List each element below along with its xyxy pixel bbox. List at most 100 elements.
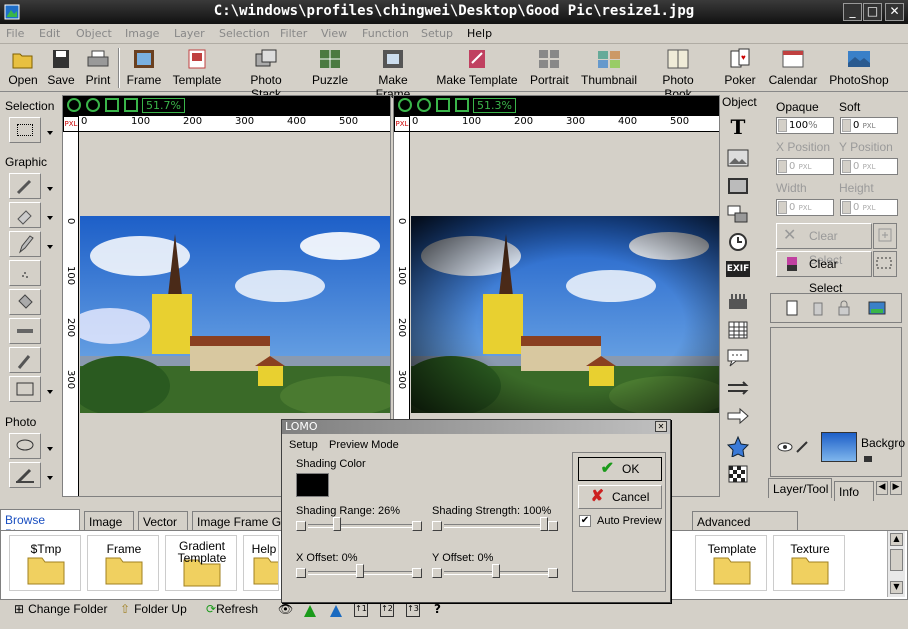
dialog-menu-setup[interactable]: Setup	[289, 439, 318, 451]
menu-selection[interactable]: Selection	[219, 27, 270, 40]
tab-layer-tool[interactable]: Layer/Tool	[768, 478, 832, 498]
make-frame-button[interactable]: Make Frame	[360, 48, 426, 101]
dialog-close-button[interactable]: ✕	[655, 421, 667, 432]
folder-item[interactable]: Help	[243, 535, 279, 591]
slider-increment-button[interactable]	[412, 568, 422, 578]
x-offset-slider-thumb[interactable]	[356, 564, 364, 578]
tab-scroll-right-icon[interactable]: ▶	[890, 481, 902, 495]
thumb-size-large-icon[interactable]: ↑3	[406, 603, 420, 617]
frame-button[interactable]: Frame	[124, 48, 164, 87]
folder-item[interactable]: Texture	[773, 535, 845, 591]
thumbnail-button[interactable]: Thumbnail	[580, 48, 638, 87]
layer-image-icon[interactable]	[867, 299, 887, 317]
chevron-down-icon[interactable]	[47, 131, 53, 135]
arrow-right-icon[interactable]	[726, 405, 750, 427]
folder-item[interactable]: Gradient Template	[165, 535, 237, 591]
actual-size-icon[interactable]	[455, 98, 469, 112]
zoom-in-icon[interactable]	[398, 98, 412, 112]
ok-button[interactable]: ✔ OK	[578, 457, 662, 481]
thumb-size-medium-icon[interactable]: ↑2	[380, 603, 394, 617]
menu-file[interactable]: File	[6, 27, 24, 40]
view-icon[interactable]: 👁	[278, 602, 293, 616]
photoshop-button[interactable]: PhotoShop	[828, 48, 890, 87]
chevron-down-icon[interactable]	[47, 447, 53, 451]
line-tool[interactable]	[9, 318, 41, 344]
eraser-tool[interactable]	[9, 202, 41, 228]
folder-up-button[interactable]: ⇧ Folder Up	[120, 602, 187, 616]
text-icon[interactable]: T	[726, 115, 750, 139]
scroll-thumb[interactable]	[890, 549, 903, 571]
lasso-tool[interactable]	[9, 433, 41, 459]
clock-icon[interactable]	[726, 231, 750, 253]
menu-help[interactable]: Help	[467, 27, 492, 40]
trash-icon[interactable]	[809, 299, 827, 317]
spin-arrows-icon[interactable]	[778, 160, 787, 173]
template-button[interactable]: Template	[172, 48, 222, 87]
tab-info[interactable]: Info	[834, 481, 874, 501]
chevron-down-icon[interactable]	[47, 216, 53, 220]
brush-tool[interactable]	[9, 173, 41, 199]
x-position-stepper[interactable]: 0 PXL	[776, 158, 834, 175]
photo-stack-button[interactable]: Photo Stack	[234, 48, 298, 101]
folder-item[interactable]: Frame	[87, 535, 159, 591]
exif-icon[interactable]: EXIF	[726, 261, 750, 277]
zoom-out-icon[interactable]	[417, 98, 431, 112]
tab-scroll-left-icon[interactable]: ◀	[876, 481, 888, 495]
photo-book-button[interactable]: Photo Book	[648, 48, 708, 101]
browser-scrollbar[interactable]: ▲ ▼	[887, 531, 905, 597]
speech-bubble-icon[interactable]	[726, 347, 750, 369]
maximize-button[interactable]: □	[863, 3, 882, 21]
sort-down-icon[interactable]	[328, 603, 344, 619]
height-stepper[interactable]: 0 PXL	[840, 199, 898, 216]
lock-icon[interactable]	[835, 299, 853, 317]
select-button[interactable]	[873, 251, 897, 277]
cancel-button[interactable]: ✘ Cancel	[578, 485, 662, 509]
thumb-size-small-icon[interactable]: ↑1	[354, 603, 368, 617]
puzzle-button[interactable]: Puzzle	[310, 48, 350, 87]
slider-decrement-button[interactable]	[432, 521, 442, 531]
cake-icon[interactable]	[726, 289, 750, 311]
merge-button[interactable]	[873, 223, 897, 249]
tab-advanced-function[interactable]: Advanced Function	[692, 511, 798, 543]
slider-decrement-button[interactable]	[296, 568, 306, 578]
open-button[interactable]: Open	[8, 48, 38, 87]
tab-browse-photo[interactable]: Browse Photo	[0, 509, 80, 541]
portrait-button[interactable]: Portrait	[530, 48, 569, 87]
auto-preview-checkbox[interactable]: ✔	[579, 515, 591, 527]
slider-increment-button[interactable]	[412, 521, 422, 531]
eyedropper-tool[interactable]	[9, 347, 41, 373]
eye-icon[interactable]	[777, 440, 793, 454]
menu-image[interactable]: Image	[125, 27, 159, 40]
scroll-up-icon[interactable]: ▲	[890, 533, 903, 546]
refresh-button[interactable]: ⟳Refresh	[206, 602, 258, 616]
spin-arrows-icon[interactable]	[778, 119, 787, 132]
folder-item[interactable]: $Tmp	[9, 535, 81, 591]
change-folder-button[interactable]: ⊞ Change Folder	[14, 602, 107, 616]
tab-vector[interactable]: Vector	[138, 511, 188, 531]
soft-stepper[interactable]: 0 PXL	[840, 117, 898, 134]
dialog-menu-preview-mode[interactable]: Preview Mode	[329, 439, 399, 451]
line-arrows-icon[interactable]	[726, 377, 750, 399]
y-position-stepper[interactable]: 0 PXL	[840, 158, 898, 175]
make-template-button[interactable]: Make Template	[436, 48, 518, 87]
shading-range-slider-thumb[interactable]	[332, 517, 341, 531]
chevron-down-icon[interactable]	[47, 390, 53, 394]
rect-select-tool[interactable]	[9, 117, 41, 143]
scroll-down-icon[interactable]: ▼	[890, 581, 903, 594]
sort-up-icon[interactable]	[302, 603, 318, 619]
help-icon[interactable]: ?	[434, 602, 441, 616]
minimize-button[interactable]: _	[843, 3, 862, 21]
zoom-out-icon[interactable]	[86, 98, 100, 112]
shape-tool[interactable]	[9, 376, 41, 402]
chevron-down-icon[interactable]	[47, 245, 53, 249]
layer-row[interactable]: Backgro	[775, 432, 905, 468]
new-layer-icon[interactable]	[783, 299, 801, 317]
clear-selection-button[interactable]: ✕ Clear Select	[776, 223, 872, 267]
close-button[interactable]: ✕	[885, 3, 904, 21]
tab-image[interactable]: Image	[84, 511, 134, 531]
layer-object-icon[interactable]	[726, 203, 750, 225]
fill-tool[interactable]	[9, 289, 41, 315]
photo-object-icon[interactable]	[726, 175, 750, 197]
chevron-down-icon[interactable]	[47, 476, 53, 480]
width-stepper[interactable]: 0 PXL	[776, 199, 834, 216]
